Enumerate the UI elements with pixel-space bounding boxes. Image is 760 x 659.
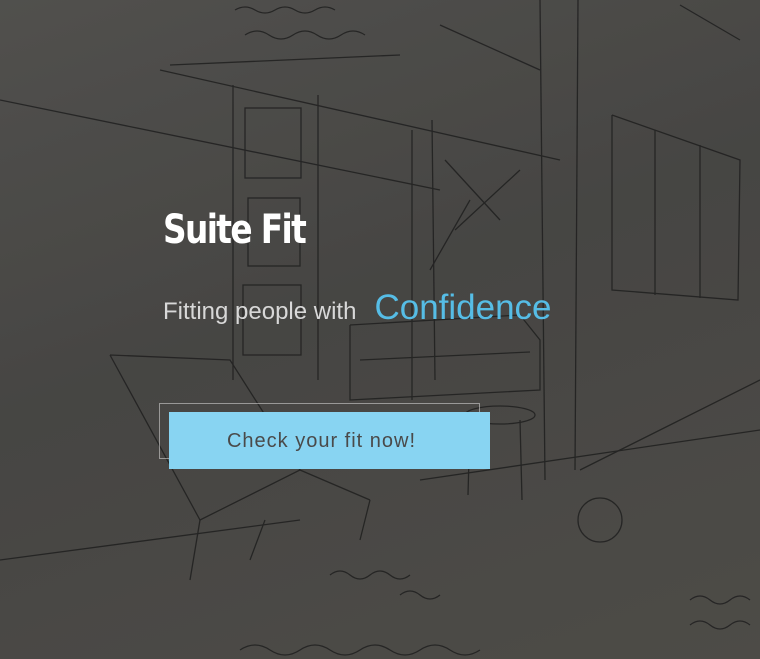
check-fit-button-label: Check your fit now! bbox=[226, 429, 417, 452]
cta-container: Check your fit now! bbox=[159, 403, 490, 469]
page-title: Suite Fit bbox=[163, 207, 307, 253]
background-dim-overlay bbox=[0, 0, 760, 659]
tagline-accent-text: Confidence bbox=[374, 288, 552, 327]
check-fit-button[interactable]: Check your fit now! bbox=[169, 412, 490, 469]
hero-section: Suite Fit Fitting people with Confidence … bbox=[0, 0, 760, 659]
tagline-lead-text: Fitting people with bbox=[163, 298, 357, 325]
hero-tagline: Fitting people with Confidence bbox=[163, 290, 552, 325]
